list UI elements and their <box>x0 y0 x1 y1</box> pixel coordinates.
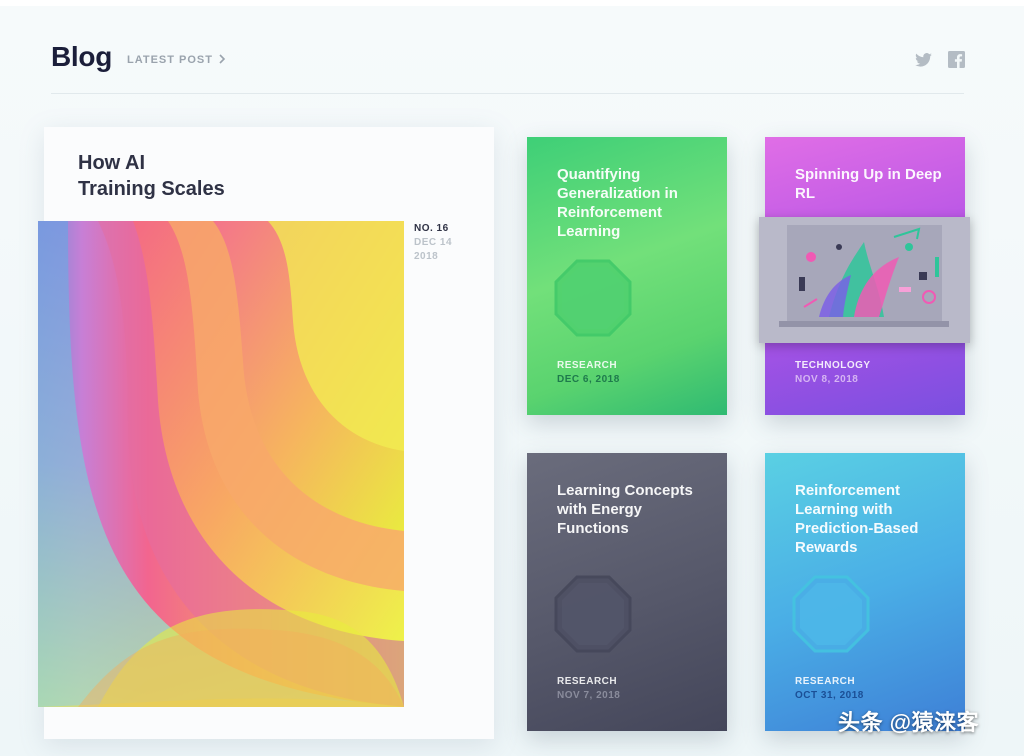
header-divider <box>51 93 964 94</box>
card-title: Spinning Up in Deep RL <box>795 166 942 202</box>
card-date: NOV 8, 2018 <box>795 374 859 385</box>
octagon-emblem-icon <box>552 257 634 339</box>
facebook-icon[interactable] <box>948 51 965 68</box>
latest-post-label: LATEST POST <box>127 54 213 66</box>
blog-page: Blog LATEST POST How AI Training Scales … <box>0 0 1024 756</box>
featured-post-meta: NO. 16 DEC 14 2018 <box>414 222 452 264</box>
featured-post-title: How AI Training Scales <box>78 150 378 202</box>
page-title: Blog <box>51 41 113 72</box>
card-category: RESEARCH <box>557 360 618 371</box>
card-date: DEC 6, 2018 <box>557 374 620 385</box>
post-card-quantifying-generalization[interactable]: Quantifying Generalization in Reinforcem… <box>527 137 727 415</box>
featured-title-line1: How AI <box>78 152 146 174</box>
featured-post-card[interactable]: How AI Training Scales NO. 16 DEC 14 201… <box>38 127 494 739</box>
watermark-text: 头条 @猿涞客 <box>838 710 980 735</box>
card-category: TECHNOLOGY <box>795 360 871 371</box>
card-category: RESEARCH <box>557 676 618 687</box>
featured-year: 2018 <box>414 251 439 262</box>
chevron-right-icon <box>219 53 226 67</box>
card-date: NOV 7, 2018 <box>557 690 621 701</box>
card-category: RESEARCH <box>795 676 856 687</box>
card-title: Reinforcement Learning with Prediction-B… <box>795 482 919 556</box>
twitter-icon[interactable] <box>915 51 932 68</box>
spinning-up-artwork <box>759 217 970 343</box>
card-title: Quantifying Generalization in Reinforcem… <box>557 166 678 240</box>
post-card-prediction-based-rewards[interactable]: Reinforcement Learning with Prediction-B… <box>765 453 965 731</box>
top-strip <box>0 0 1024 6</box>
featured-date: DEC 14 <box>414 237 453 248</box>
post-card-energy-functions[interactable]: Learning Concepts with Energy Functions … <box>527 453 727 731</box>
latest-post-link[interactable]: LATEST POST <box>127 53 226 67</box>
featured-title-line2: Training Scales <box>78 178 225 200</box>
featured-artwork <box>38 221 404 707</box>
card-title: Learning Concepts with Energy Functions <box>557 482 693 537</box>
octagon-emblem-icon <box>552 573 634 655</box>
octagon-emblem-icon <box>790 573 872 655</box>
issue-number: NO. 16 <box>414 223 449 234</box>
card-date: OCT 31, 2018 <box>795 690 864 701</box>
post-card-spinning-up[interactable]: Spinning Up in Deep RL TECHNOLOGY NOV 8,… <box>759 137 970 415</box>
